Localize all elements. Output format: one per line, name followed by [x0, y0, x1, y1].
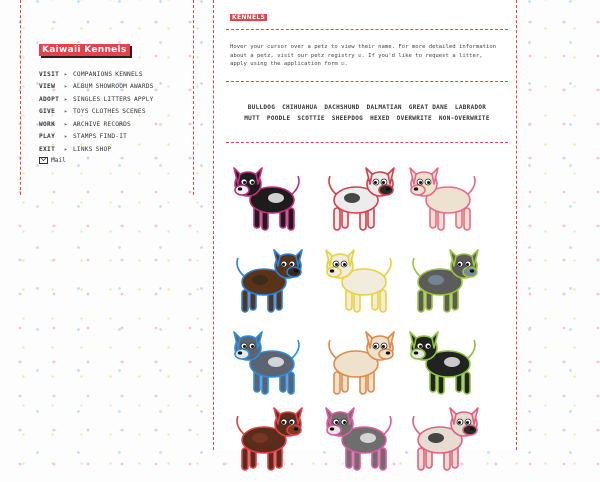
breed-link[interactable]: CHIHUAHUA: [282, 104, 317, 115]
nav-link-litters[interactable]: LITTERS: [103, 96, 130, 103]
nav-link-companions[interactable]: COMPANIONS: [73, 71, 112, 78]
pet-dog[interactable]: [228, 398, 308, 478]
arrow-right-icon: ▸: [64, 133, 68, 141]
dog-sprite: [325, 249, 392, 313]
breed-link[interactable]: GREAT DANE: [409, 104, 448, 115]
nav-link-shop[interactable]: SHOP: [96, 146, 112, 153]
nav-key: VISIT: [39, 70, 60, 78]
pet-dog[interactable]: [404, 158, 484, 238]
nav-row-play: PLAY ▸ STAMPS FIND-IT: [39, 131, 154, 144]
breed-row: BULLDOG CHIHUAHUA DACHSHUND DALMATIAN GR…: [226, 104, 508, 115]
arrow-right-icon: ▸: [64, 95, 68, 103]
nav-link-album[interactable]: ALBUM: [73, 83, 93, 90]
breed-link[interactable]: HEXED: [370, 115, 390, 126]
pet-dog[interactable]: [320, 158, 400, 238]
nav-link-toys[interactable]: TOYS: [73, 108, 89, 115]
nav-link-stamps[interactable]: STAMPS: [73, 133, 97, 140]
intro-text: Hover your cursor over a petz to view th…: [230, 44, 497, 67]
nav-link-links[interactable]: LINKS: [73, 146, 93, 153]
pet-dog[interactable]: [404, 398, 484, 478]
nav-link-kennels[interactable]: KENNELS: [115, 71, 142, 78]
pet-dog[interactable]: [320, 398, 400, 478]
page-title: KENNELS: [230, 14, 268, 21]
sidebar-nav: VISIT ▸ COMPANIONS KENNELS VIEW ▸ ALBUM …: [39, 68, 154, 156]
nav-link-apply[interactable]: APPLY: [134, 96, 154, 103]
nav-link-scenes[interactable]: SCENES: [122, 108, 146, 115]
breed-link[interactable]: LABRADOR: [455, 104, 486, 115]
pet-dog[interactable]: [404, 322, 484, 402]
nav-row-exit: EXIT ▸ LINKS SHOP: [39, 143, 154, 156]
nav-row-view: VIEW ▸ ALBUM SHOWROOM AWARDS: [39, 81, 154, 94]
dog-sprite: [412, 249, 479, 313]
nav-link-awards[interactable]: AWARDS: [130, 83, 154, 90]
nav-row-give: GIVE ▸ TOYS CLOTHES SCENES: [39, 106, 154, 119]
divider: [226, 142, 508, 143]
dog-sprite: [328, 331, 395, 395]
nav-link-archive[interactable]: ARCHIVE: [73, 121, 100, 128]
mail-label: Mail: [51, 157, 66, 164]
dog-sprite: [233, 167, 300, 231]
envelope-icon: [39, 157, 48, 164]
nav-key: GIVE: [39, 108, 56, 116]
pet-dog[interactable]: [228, 322, 308, 402]
dog-sprite: [233, 331, 300, 395]
nav-link-records[interactable]: RECORDS: [103, 121, 130, 128]
pet-dog[interactable]: [404, 240, 484, 320]
breed-link[interactable]: POODLE: [267, 115, 290, 126]
pet-dog[interactable]: [320, 240, 400, 320]
breed-link[interactable]: DACHSHUND: [324, 104, 359, 115]
pet-dog[interactable]: [228, 240, 308, 320]
dog-sprite: [325, 407, 392, 471]
breed-filter: BULLDOG CHIHUAHUA DACHSHUND DALMATIAN GR…: [226, 104, 508, 126]
sidebar: Kaiwaii Kennels VISIT ▸ COMPANIONS KENNE…: [20, 0, 194, 195]
divider: [226, 81, 508, 82]
arrow-right-icon: ▸: [64, 108, 68, 116]
breed-link[interactable]: SHEEPDOG: [332, 115, 363, 126]
dog-sprite: [236, 407, 303, 471]
breed-link[interactable]: OVERWRITE: [397, 115, 432, 126]
nav-link-singles[interactable]: SINGLES: [73, 96, 100, 103]
nav-key: PLAY: [39, 133, 56, 141]
arrow-right-icon: ▸: [64, 83, 68, 91]
nav-row-adopt: ADOPT ▸ SINGLES LITTERS APPLY: [39, 93, 154, 106]
pet-dog[interactable]: [228, 158, 308, 238]
dog-sprite: [409, 331, 476, 395]
nav-row-visit: VISIT ▸ COMPANIONS KENNELS: [39, 68, 154, 81]
dog-sprite: [412, 407, 479, 471]
nav-key: EXIT: [39, 145, 56, 153]
mail-link[interactable]: Mail: [39, 157, 66, 164]
nav-link-showroom[interactable]: SHOWROOM: [96, 83, 127, 90]
breed-link[interactable]: SCOTTIE: [297, 115, 324, 126]
dog-sprite: [236, 249, 303, 313]
main-content: KENNELS Hover your cursor over a petz to…: [213, 0, 517, 471]
breed-link[interactable]: BULLDOG: [248, 104, 275, 115]
breed-link[interactable]: NON-OVERWRITE: [439, 115, 490, 126]
dog-sprite: [409, 167, 476, 231]
nav-link-clothes[interactable]: CLOTHES: [92, 108, 119, 115]
arrow-right-icon: ▸: [64, 145, 68, 153]
breed-link[interactable]: MUTT: [244, 115, 260, 126]
breed-link[interactable]: DALMATIAN: [367, 104, 402, 115]
divider: [226, 29, 508, 30]
arrow-right-icon: ▸: [64, 120, 68, 128]
nav-key: WORK: [39, 120, 56, 128]
site-logo[interactable]: Kaiwaii Kennels: [39, 44, 130, 56]
arrow-right-icon: ▸: [64, 70, 68, 78]
nav-link-find-it[interactable]: FIND-IT: [100, 133, 127, 140]
nav-key: ADOPT: [39, 95, 60, 103]
pet-dog[interactable]: [320, 322, 400, 402]
dog-sprite: [328, 167, 395, 231]
nav-key: VIEW: [39, 83, 56, 91]
nav-row-work: WORK ▸ ARCHIVE RECORDS: [39, 118, 154, 131]
breed-row: MUTT POODLE SCOTTIE SHEEPDOG HEXED OVERW…: [226, 115, 508, 126]
